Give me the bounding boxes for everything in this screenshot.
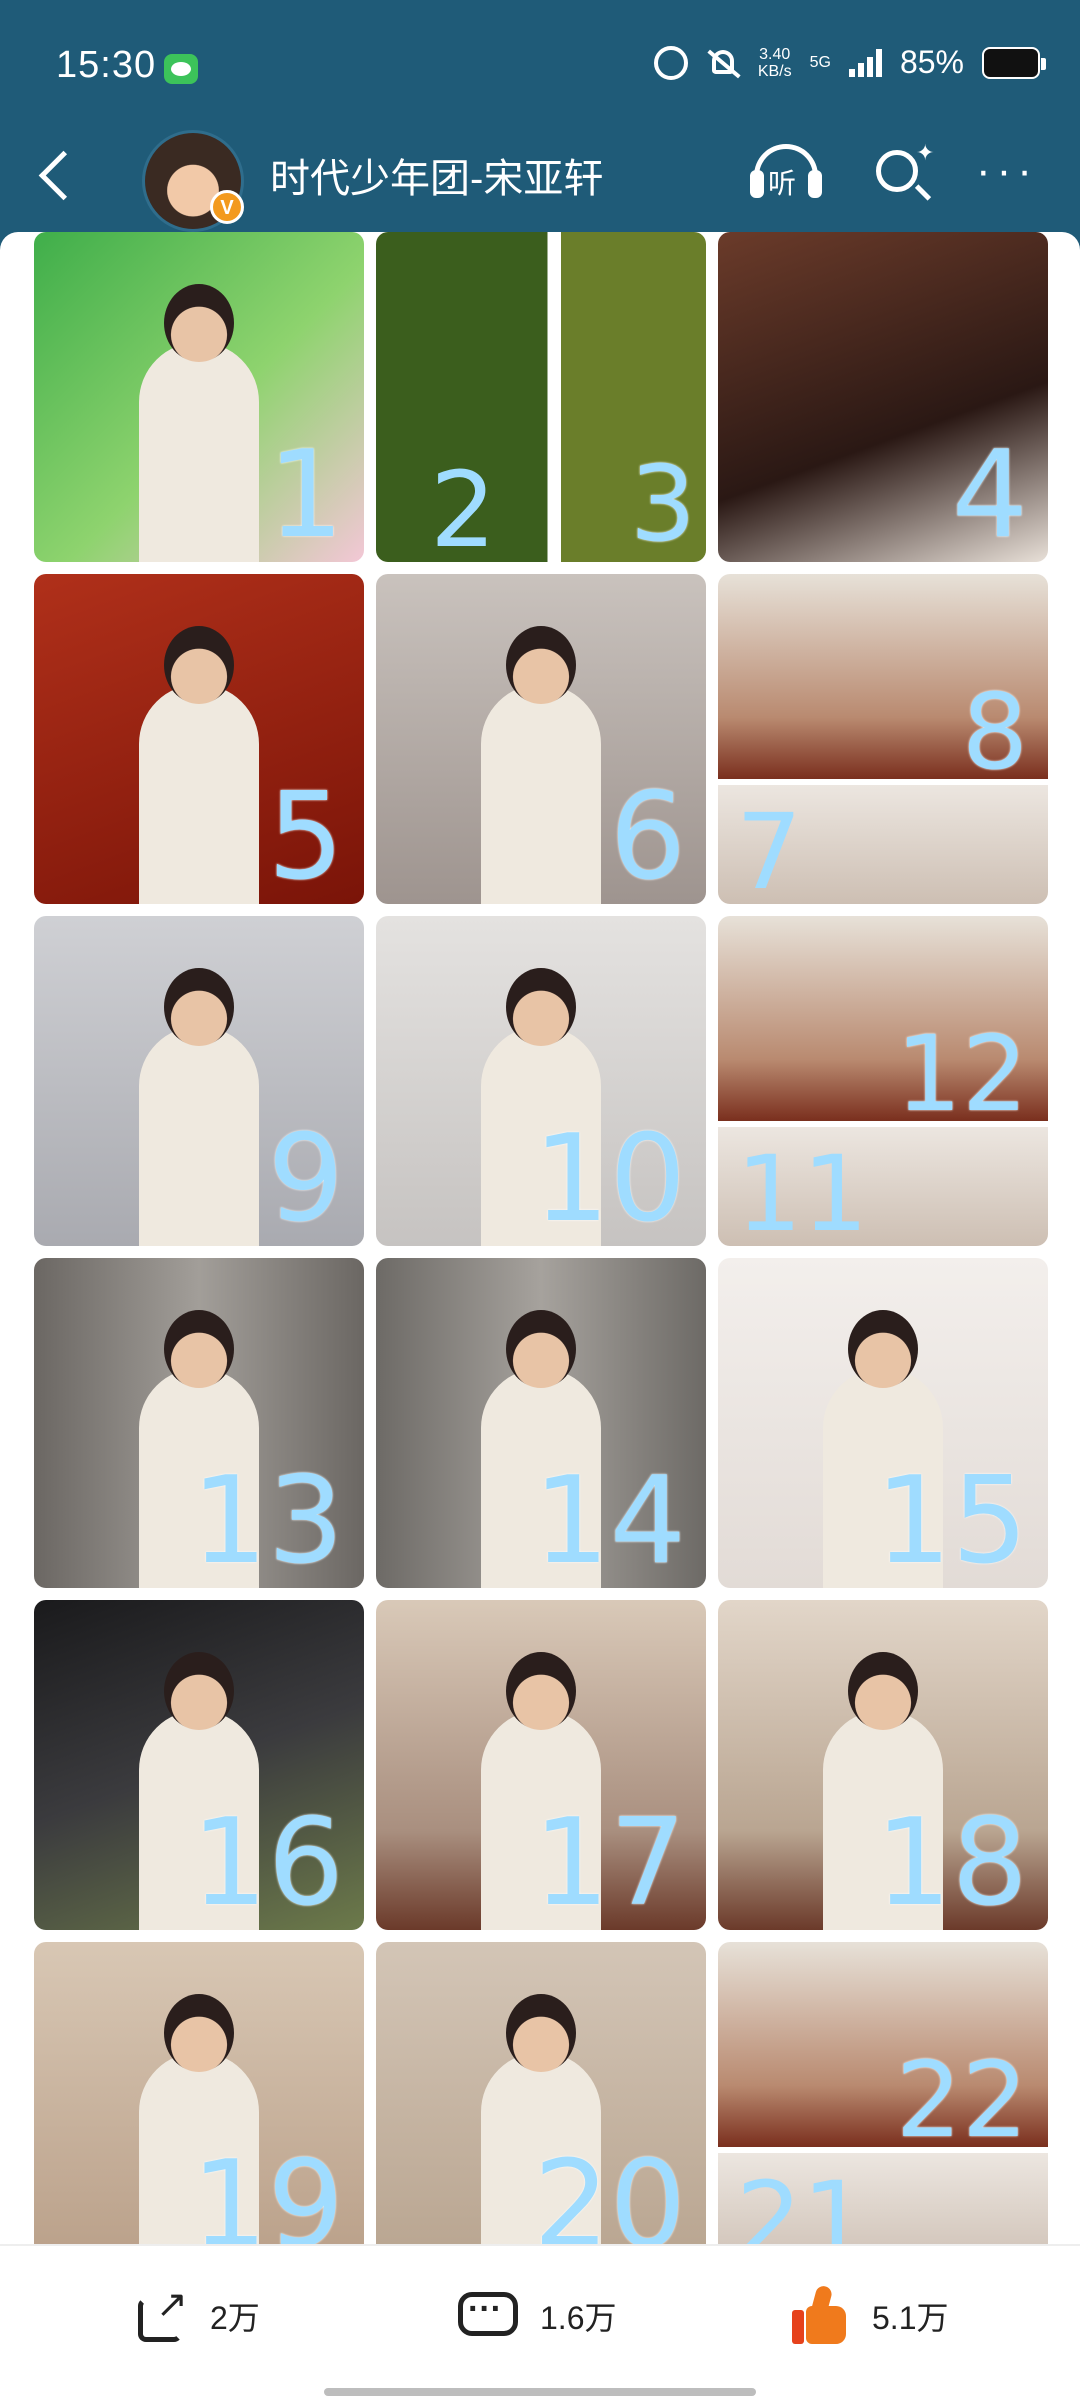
alarm-icon [653,45,688,80]
gallery-image[interactable]: 1 [34,232,364,562]
listen-label: 听 [768,168,797,199]
status-time: 15:30 [56,44,157,86]
comment-icon [456,2288,520,2344]
like-count: 5.1万 [872,2300,949,2336]
image-number-label: 1 [267,426,344,562]
image-number-label: 22 [895,2039,1028,2161]
headphones-icon[interactable]: 听 [748,140,828,210]
gallery-image[interactable]: 21 22 [718,1942,1048,2244]
comment-count: 1.6万 [540,2300,617,2336]
share-icon [134,2282,190,2344]
image-number-label: 6 [609,768,686,904]
gallery-image[interactable]: 15 [718,1258,1048,1588]
battery-percent: 85% [899,44,964,80]
image-number-label: 8 [961,671,1028,793]
wechat-icon [164,54,198,84]
gallery-image[interactable]: 16 [34,1600,364,1930]
bottom-action-bar: 2万 1.6万 5.1万 [0,2244,1080,2402]
verified-badge: V [210,190,244,224]
image-number-label: 3 [629,443,696,562]
home-indicator[interactable] [324,2388,756,2396]
gallery-image[interactable]: 13 [34,1258,364,1588]
net-speed-value: 3.40 [759,45,791,63]
gallery-image[interactable]: 20 [376,1942,706,2244]
image-number-label: 15 [875,1452,1028,1588]
mute-icon [706,46,740,80]
gallery-image[interactable]: 23 [376,232,706,562]
image-number-label: 2 [430,449,497,562]
share-count: 2万 [210,2300,260,2336]
battery-icon [982,46,1046,79]
like-button[interactable]: 5.1万 [792,2286,949,2346]
image-number-label: 4 [951,426,1028,562]
top-nav: V 时代少年团-宋亚轩 听 ✦ ··· [0,130,1080,235]
more-dots-icon[interactable]: ··· [976,149,1038,193]
signal-icon [848,48,882,77]
image-number-label: 10 [533,1110,686,1246]
image-number-label: 9 [267,1110,344,1246]
net-speed: 3.40 KB/s [758,46,792,80]
network-type: 5G [809,53,831,71]
gallery-image[interactable]: 11 12 [718,916,1048,1246]
status-bar: 15:30 3.40 KB/s 5G 85% [0,0,1080,130]
image-number-label: 17 [533,1794,686,1930]
share-button[interactable]: 2万 [134,2282,260,2346]
thumbs-up-icon [792,2286,852,2346]
gallery-image[interactable]: 5 [34,574,364,904]
net-speed-unit: KB/s [757,62,792,80]
gallery-image[interactable]: 6 [376,574,706,904]
image-number-label: 16 [191,1794,344,1930]
gallery-image[interactable]: 10 [376,916,706,1246]
image-number-label: 18 [875,1794,1028,1930]
image-number-label: 13 [191,1452,344,1588]
image-gallery: 1 2 3 4 5 6 7 8 9 10 11 12 13 14 15 16 17 18 19 20 21 22 [0,232,1080,2244]
image-number-label: 19 [191,2136,344,2245]
image-number-label: 21 [736,2159,869,2244]
gallery-image[interactable]: 4 [718,232,1048,562]
gallery-image[interactable]: 17 [376,1600,706,1930]
search-sparkle-icon[interactable]: ✦ [868,140,938,210]
image-number-label: 20 [533,2136,686,2245]
status-right-icons: 3.40 KB/s 5G 85% [653,44,1046,81]
gallery-image[interactable]: 78 [718,574,1048,904]
image-number-label: 7 [736,791,803,904]
gallery-image[interactable]: 19 [34,1942,364,2244]
page-title[interactable]: 时代少年团-宋亚轩 [270,146,603,204]
chevron-left-icon[interactable] [30,140,90,210]
gallery-image[interactable]: 18 [718,1600,1048,1930]
image-number-label: 12 [895,1013,1028,1135]
gallery-image[interactable]: 14 [376,1258,706,1588]
image-number-label: 14 [533,1452,686,1588]
image-number-label: 11 [736,1133,869,1246]
image-number-label: 5 [267,768,344,904]
comment-button[interactable]: 1.6万 [456,2286,617,2346]
gallery-image[interactable]: 9 [34,916,364,1246]
